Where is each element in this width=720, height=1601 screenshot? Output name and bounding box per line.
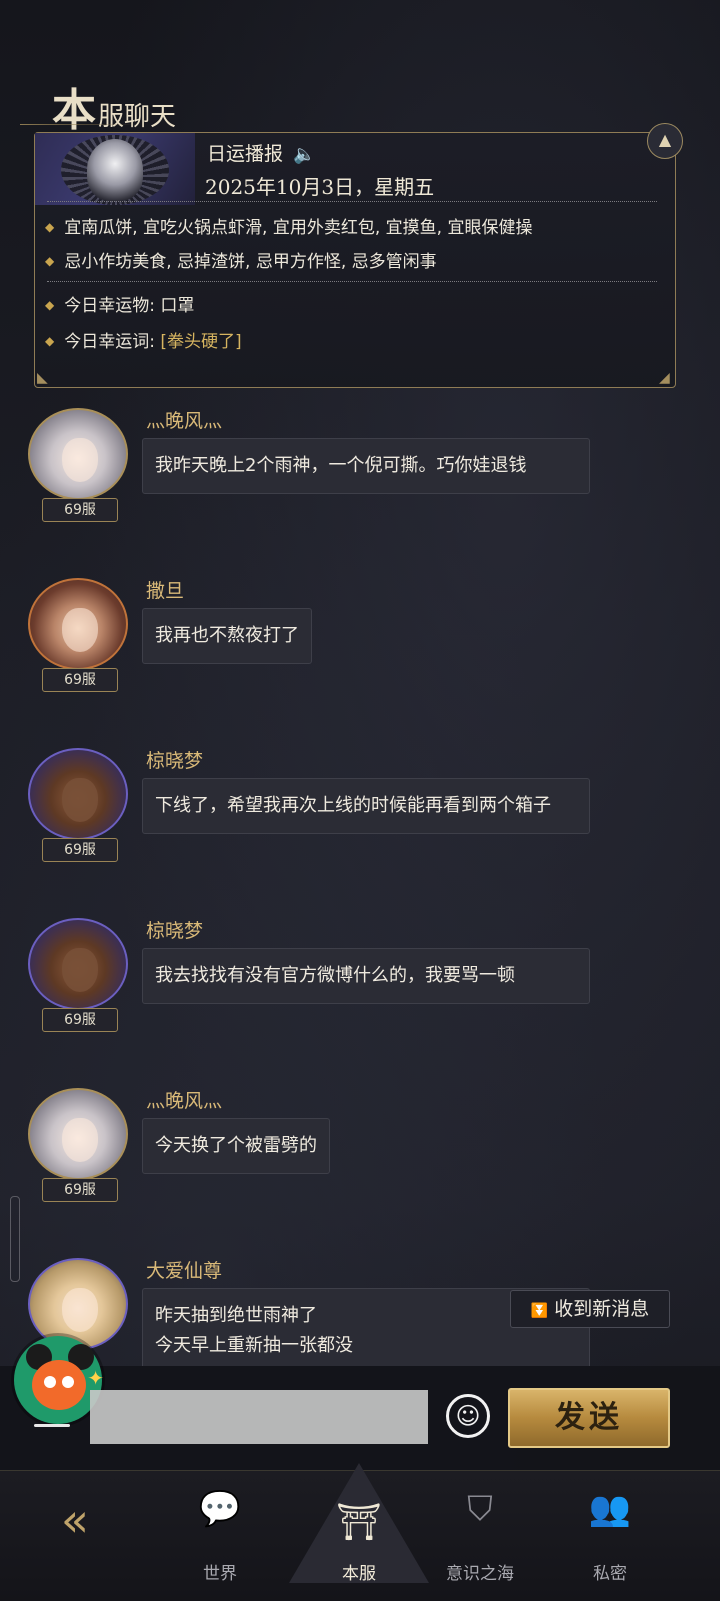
username[interactable]: 椋晓梦 (146, 916, 203, 943)
mascot-eye (62, 1376, 74, 1388)
divider (47, 281, 657, 282)
avatar-image[interactable] (28, 918, 128, 1010)
username[interactable]: 灬晚风灬 (146, 406, 222, 433)
sparkle-icon: ✦ (87, 1366, 104, 1390)
world-chat-icon: 💬 (198, 1489, 242, 1529)
double-chevron-down-icon: ⏬ (530, 1303, 549, 1319)
tab-private[interactable]: 👥 私密 (560, 1471, 660, 1601)
tab-sea-of-consciousness[interactable]: ⛉ 意识之海 (430, 1471, 530, 1601)
lucky-word-row: ◆ 今日幸运词: [拳头硬了] (45, 327, 242, 352)
shield-icon: ⛉ (467, 1489, 493, 1529)
fortune-good-row: ◆ 宜南瓜饼, 宜吃火锅点虾滑, 宜用外卖红包, 宜摸鱼, 宜眼保健操 (45, 213, 532, 238)
avatar-image[interactable] (28, 748, 128, 840)
username[interactable]: 撒旦 (146, 576, 184, 603)
page-title: 本服聊天 (52, 74, 176, 138)
avatar-face (62, 1118, 98, 1162)
lucky-word-value: [拳头硬了] (160, 332, 242, 352)
avatar-face (62, 1288, 98, 1332)
mascot-body (32, 1360, 86, 1410)
diamond-icon: ◆ (45, 220, 55, 234)
floating-assistant-icon[interactable]: ✦ (14, 1336, 104, 1424)
tab-world[interactable]: 💬 世界 (170, 1471, 270, 1601)
message-bubble[interactable]: 今天换了个被雷劈的 (142, 1118, 330, 1174)
lucky-item-label: 今日幸运物: (64, 296, 155, 316)
scrollbar[interactable] (10, 1196, 20, 1282)
server-badge: 69服 (42, 1178, 118, 1202)
page-title-rest: 服聊天 (98, 102, 177, 132)
daily-fortune-panel: 日运播报 🔈 2025年10月3日，星期五 ▲ ◆ 宜南瓜饼, 宜吃火锅点虾滑, 宜… (34, 123, 683, 388)
message-bubble[interactable]: 下线了，希望我再次上线的时候能再看到两个箱子 (142, 778, 590, 834)
avatar[interactable]: 69服 (26, 748, 132, 862)
fortune-bad-text: 忌小作坊美食, 忌掉渣饼, 忌甲方作怪, 忌多管闲事 (64, 252, 437, 272)
lucky-word-label: 今日幸运词: (64, 332, 155, 352)
avatar[interactable]: 69服 (26, 408, 132, 522)
tab-world-label: 世界 (203, 1564, 237, 1584)
avatar-face (62, 948, 98, 992)
avatar-face (62, 778, 98, 822)
avatar-face (62, 438, 98, 482)
emoji-button[interactable]: ☺ (446, 1394, 490, 1438)
back-button[interactable]: « (20, 1471, 130, 1601)
fortune-header-label: 日运播报 (207, 143, 284, 165)
diamond-icon: ◆ (45, 298, 55, 312)
tab-local-server[interactable]: ⛩ 本服 (284, 1463, 434, 1601)
tab-sea-label: 意识之海 (446, 1564, 514, 1584)
lucky-item-row: ◆ 今日幸运物: 口罩 (45, 291, 194, 316)
avatar-face (62, 608, 98, 652)
server-badge: 69服 (42, 498, 118, 522)
menu-dash-icon[interactable] (34, 1424, 70, 1427)
server-badge: 69服 (42, 838, 118, 862)
fortune-date: 2025年10月3日，星期五 (205, 175, 435, 199)
avatar[interactable]: 69服 (26, 918, 132, 1032)
lucky-item-value: 口罩 (160, 296, 195, 316)
avatar-image[interactable] (28, 1088, 128, 1180)
people-icon: 👥 (588, 1489, 632, 1529)
corner-ornament-icon: ◣ (37, 370, 48, 386)
fortune-banner-image (35, 133, 195, 205)
divider (47, 201, 657, 202)
avatar[interactable]: 69服 (26, 1088, 132, 1202)
avatar-image[interactable] (28, 1258, 128, 1350)
speaker-icon[interactable]: 🔈 (293, 144, 315, 165)
message-bubble[interactable]: 我再也不熬夜打了 (142, 608, 312, 664)
message-input[interactable] (90, 1390, 428, 1444)
diamond-icon: ◆ (45, 334, 55, 348)
send-button[interactable]: 发送 (508, 1388, 670, 1448)
avatar[interactable]: 69服 (26, 578, 132, 692)
collapse-panel-button[interactable]: ▲ (647, 123, 683, 159)
new-messages-button[interactable]: ⏬ 收到新消息 (510, 1290, 670, 1328)
diamond-icon: ◆ (45, 254, 55, 268)
tab-local-label: 本服 (342, 1564, 376, 1584)
fortune-good-text: 宜南瓜饼, 宜吃火锅点虾滑, 宜用外卖红包, 宜摸鱼, 宜眼保健操 (64, 218, 533, 238)
tab-private-label: 私密 (593, 1564, 627, 1584)
new-messages-label: 收到新消息 (554, 1298, 650, 1320)
message-bubble[interactable]: 我昨天晚上2个雨神，一个倪可撕。巧你娃退钱 (142, 438, 590, 494)
bottom-nav: « 💬 世界 ⛩ 本服 ⛉ 意识之海 👥 私密 (0, 1463, 720, 1601)
title-divider (20, 124, 140, 125)
username[interactable]: 灬晚风灬 (146, 1086, 222, 1113)
fortune-bad-row: ◆ 忌小作坊美食, 忌掉渣饼, 忌甲方作怪, 忌多管闲事 (45, 247, 437, 272)
corner-ornament-icon: ◢ (659, 370, 670, 386)
avatar-image[interactable] (28, 578, 128, 670)
banner-face (87, 139, 143, 201)
server-badge: 69服 (42, 668, 118, 692)
page-title-first-char: 本 (52, 85, 96, 136)
pagoda-icon: ⛩ (336, 1502, 382, 1543)
back-arrow-icon: « (60, 1493, 90, 1547)
username[interactable]: 椋晓梦 (146, 746, 203, 773)
message-bubble[interactable]: 我去找找有没有官方微博什么的，我要骂一顿 (142, 948, 590, 1004)
username[interactable]: 大爱仙尊 (146, 1258, 222, 1283)
fortune-header: 日运播报 🔈 (207, 139, 315, 166)
avatar-image[interactable] (28, 408, 128, 500)
server-badge: 69服 (42, 1008, 118, 1032)
mascot-eye (44, 1376, 56, 1388)
